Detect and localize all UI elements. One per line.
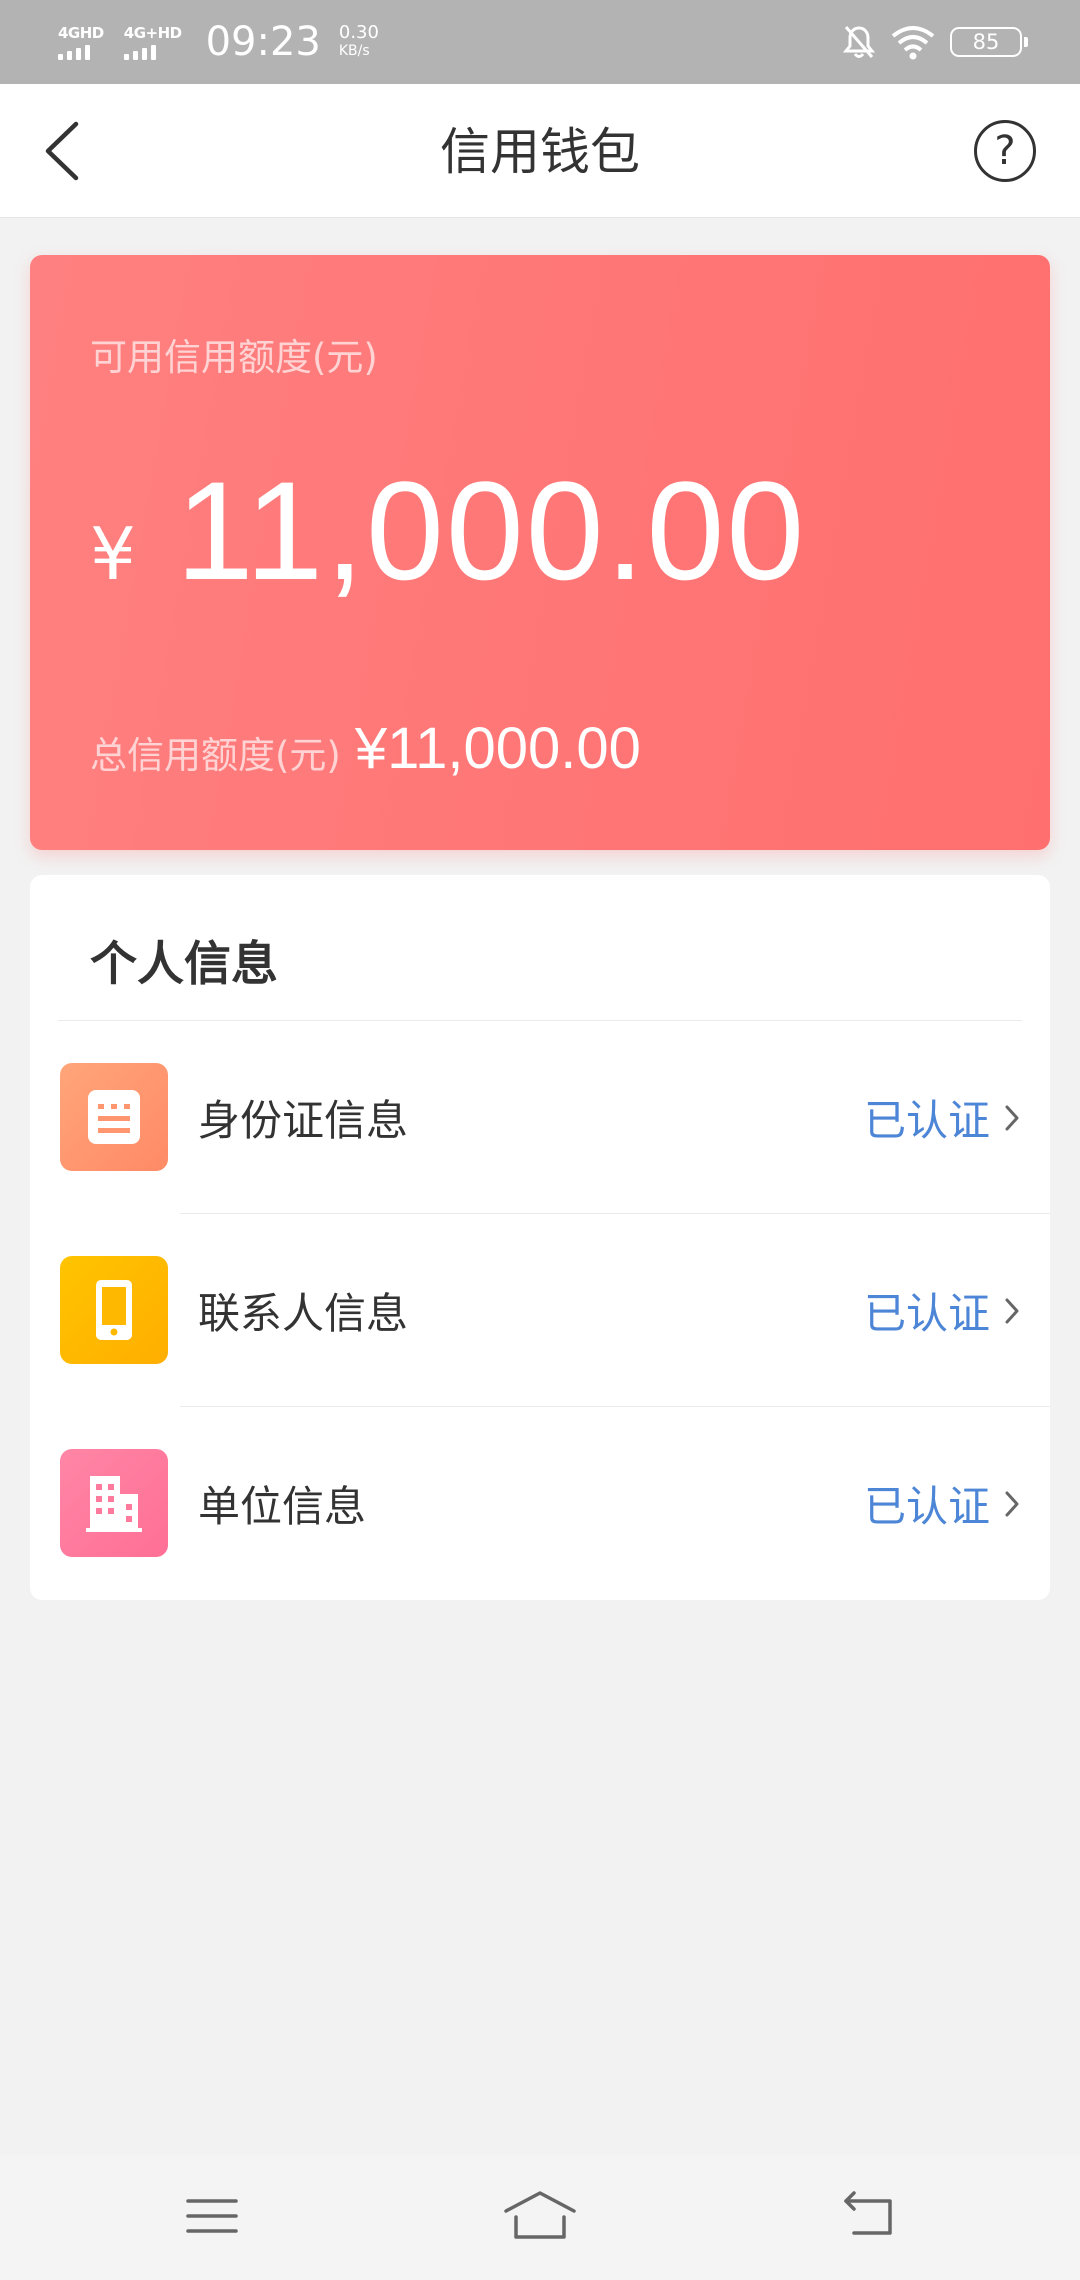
status-badge: 已认证: [863, 1096, 990, 1145]
home-icon[interactable]: [502, 2189, 578, 2243]
section-title: 个人信息: [90, 937, 278, 992]
system-nav-bar: [0, 2155, 1080, 2280]
page-title: 信用钱包: [440, 123, 640, 181]
chevron-right-icon: [1005, 1105, 1019, 1131]
help-icon[interactable]: ?: [974, 120, 1036, 182]
id-card-icon: [60, 1063, 168, 1171]
status-bar-left: 4GHD 4G+HD 09:23 0.30 KB/s: [58, 20, 379, 64]
network-speed: 0.30 KB/s: [339, 24, 379, 60]
available-credit-label: 可用信用额度(元): [90, 336, 378, 379]
row-label: 联系人信息: [198, 1289, 409, 1338]
network-type-1: 4GHD: [58, 23, 104, 42]
status-bar-right: 85: [842, 24, 1028, 60]
chevron-right-icon: [1005, 1491, 1019, 1517]
status-time: 09:23: [205, 19, 321, 65]
total-credit-value: ¥11,000.00: [354, 716, 641, 781]
back-icon[interactable]: [840, 2189, 900, 2243]
app-header: 信用钱包 ?: [0, 84, 1080, 218]
menu-icon[interactable]: [182, 2189, 242, 2243]
signal-icon: 4GHD: [58, 25, 104, 60]
status-bar: 4GHD 4G+HD 09:23 0.30 KB/s 85: [0, 0, 1080, 84]
wifi-icon: [891, 26, 935, 60]
status-badge: 已认证: [863, 1482, 990, 1531]
row-label: 单位信息: [198, 1482, 367, 1531]
available-credit-amount: ¥ 11,000.00: [90, 450, 806, 612]
battery-icon: 85: [950, 27, 1028, 57]
speed-value: 0.30: [338, 22, 379, 43]
battery-level: 85: [972, 30, 1000, 54]
speed-unit: KB/s: [338, 43, 370, 59]
chevron-right-icon: [1005, 1298, 1019, 1324]
total-credit: 总信用额度(元) ¥11,000.00: [90, 715, 641, 782]
signal-icon: 4G+HD: [123, 23, 182, 60]
phone-icon: [60, 1256, 168, 1364]
row-label: 身份证信息: [198, 1096, 409, 1145]
building-icon: [60, 1449, 168, 1557]
personal-info-panel: 个人信息 身份证信息 已认证 联系人信息 已认证 单位信息 已认证: [30, 875, 1050, 1600]
credit-card: 可用信用额度(元) ¥ 11,000.00 总信用额度(元) ¥11,000.0…: [30, 255, 1050, 850]
available-credit-value: 11,000.00: [175, 452, 807, 609]
help-symbol: ?: [994, 128, 1016, 174]
network-type-2: 4G+HD: [123, 23, 182, 42]
total-credit-label: 总信用额度(元): [90, 734, 341, 777]
employer-info-row[interactable]: 单位信息 已认证: [30, 1407, 1050, 1600]
contact-info-row[interactable]: 联系人信息 已认证: [30, 1214, 1050, 1407]
currency-symbol: ¥: [90, 512, 136, 596]
mute-icon: [842, 26, 876, 58]
status-badge: 已认证: [863, 1289, 990, 1338]
id-card-info-row[interactable]: 身份证信息 已认证: [30, 1021, 1050, 1214]
